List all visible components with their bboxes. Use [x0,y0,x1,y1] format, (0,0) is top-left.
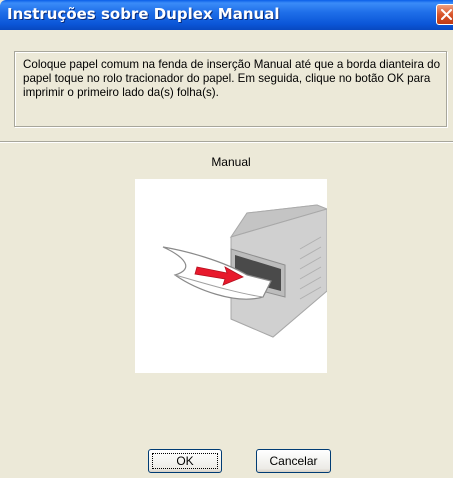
close-icon [441,9,452,20]
close-button[interactable] [436,4,453,25]
illustration-caption: Manual [211,155,251,169]
instruction-panel: Coloque papel comum na fenda de inserção… [14,51,447,127]
dialog-window: Instruções sobre Duplex Manual Coloque p… [0,0,453,478]
manual-feed-illustration [135,179,329,373]
ok-button[interactable]: OK [148,449,222,473]
printer-manual-feed-icon [162,204,329,338]
divider [0,141,453,143]
cancel-button[interactable]: Cancelar [256,449,331,473]
ok-button-label: OK [152,453,218,469]
title-bar[interactable]: Instruções sobre Duplex Manual [0,0,453,30]
window-title: Instruções sobre Duplex Manual [7,5,280,23]
instruction-text: Coloque papel comum na fenda de inserção… [23,58,441,99]
